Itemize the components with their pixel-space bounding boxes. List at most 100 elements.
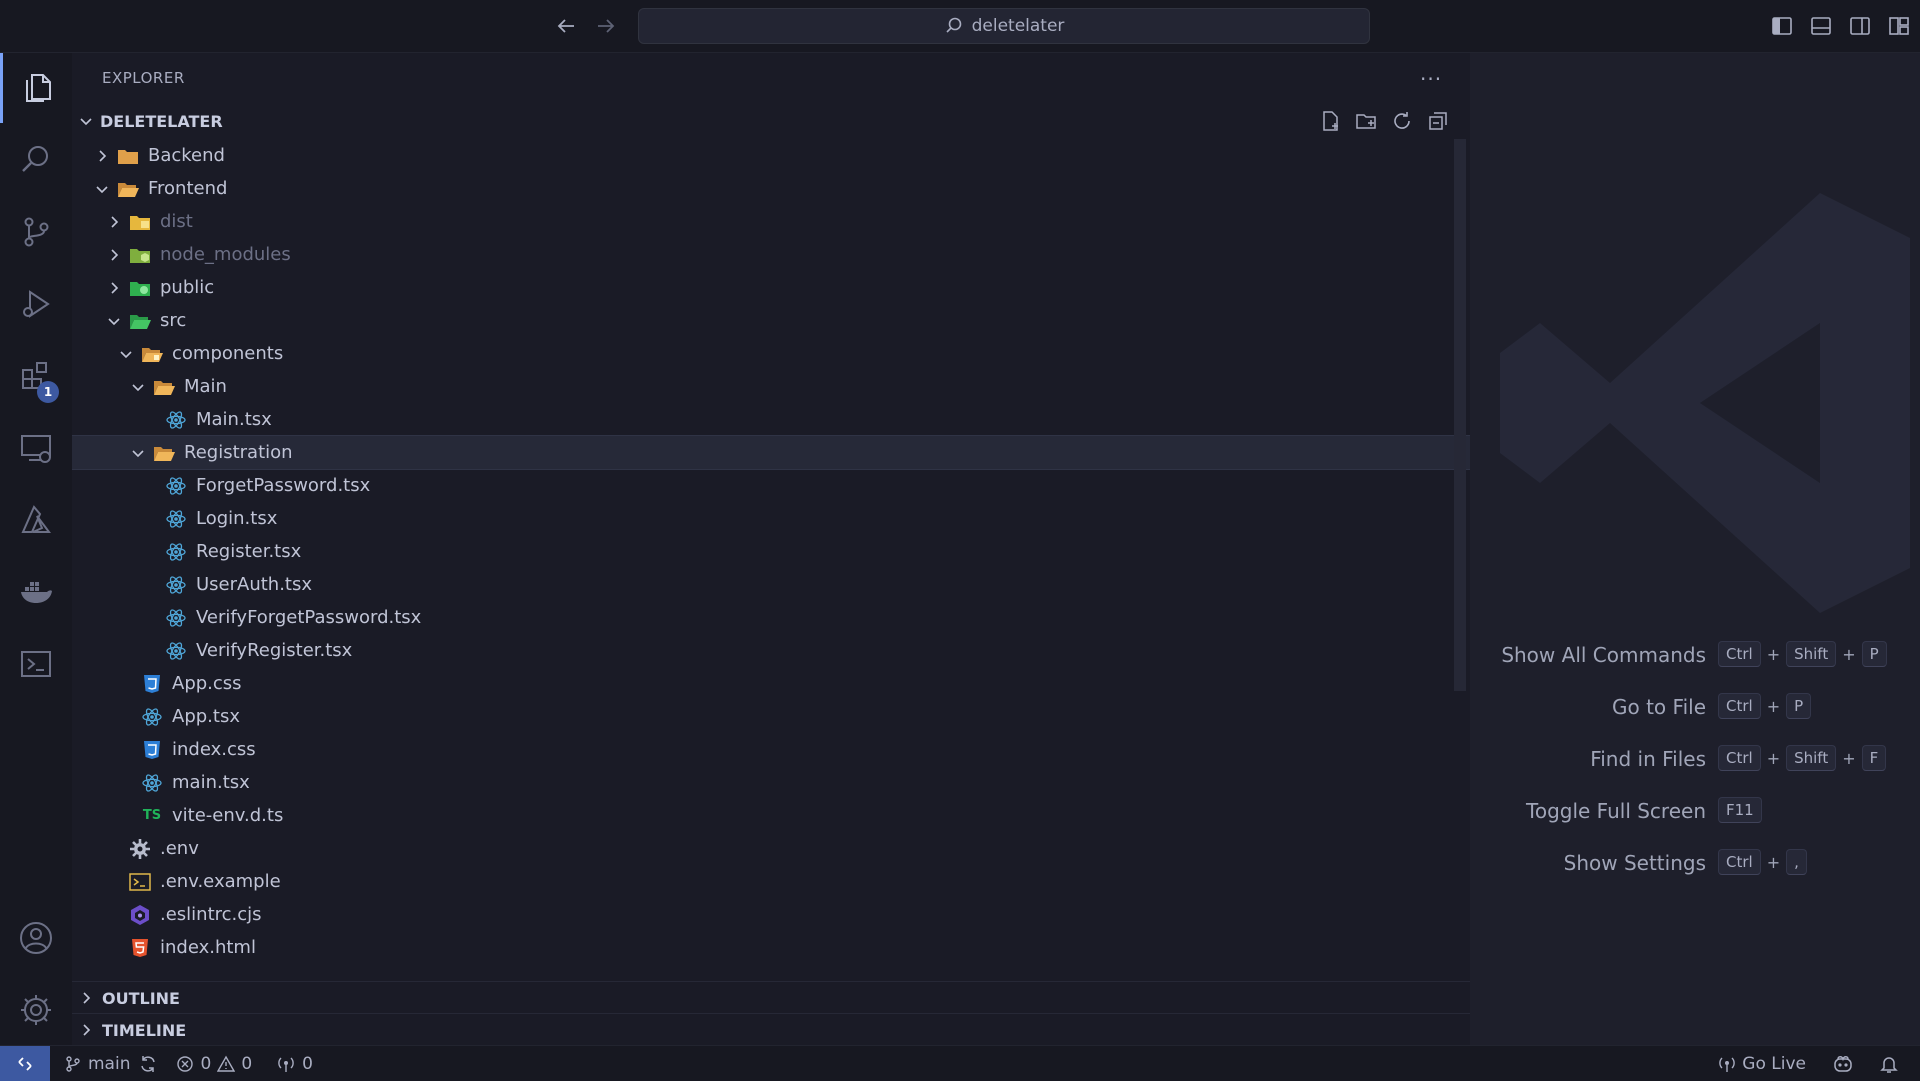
tree-file[interactable]: TS vite-env.d.ts xyxy=(72,799,1470,832)
folder-components-icon xyxy=(140,343,164,365)
tree-item-label: index.html xyxy=(160,937,256,958)
shortcut-keys: Ctrl +, xyxy=(1718,849,1807,875)
tree-item-label: vite-env.d.ts xyxy=(172,805,284,826)
terminal-icon[interactable] xyxy=(0,629,72,699)
css-icon xyxy=(140,739,164,761)
search-icon[interactable] xyxy=(0,125,72,195)
forward-arrow-icon[interactable] xyxy=(594,14,618,38)
tree-item-label: .env xyxy=(160,838,199,859)
copilot-icon[interactable] xyxy=(1832,1054,1854,1074)
tree-file[interactable]: .eslintrc.cjs xyxy=(72,898,1470,931)
command-center-search[interactable]: deletelater xyxy=(638,8,1370,44)
tree-item-label: src xyxy=(160,310,187,331)
tree-item-label: node_modules xyxy=(160,244,291,265)
keyboard-key: P xyxy=(1786,693,1812,719)
chevron-right-icon xyxy=(92,146,112,166)
extensions-icon[interactable]: 1 xyxy=(0,341,72,411)
tree-file[interactable]: VerifyForgetPassword.tsx xyxy=(72,601,1470,634)
azure-icon[interactable] xyxy=(0,485,72,555)
chevron-right-icon xyxy=(104,212,124,232)
tree-folder[interactable]: public xyxy=(72,271,1470,304)
shortcut-label: Show Settings xyxy=(1563,851,1706,875)
back-arrow-icon[interactable] xyxy=(554,14,578,38)
ports-indicator[interactable]: 0 xyxy=(276,1054,313,1074)
key-separator: + xyxy=(1766,748,1781,768)
tree-folder[interactable]: src xyxy=(72,304,1470,337)
tree-folder[interactable]: Backend xyxy=(72,139,1470,172)
tree-file[interactable]: index.html xyxy=(72,931,1470,961)
tree-folder[interactable]: Frontend xyxy=(72,172,1470,205)
folder-open-icon xyxy=(152,442,176,464)
notifications-bell-icon[interactable] xyxy=(1880,1054,1898,1074)
customize-layout-icon[interactable] xyxy=(1887,14,1911,38)
toggle-primary-sidebar-icon[interactable] xyxy=(1770,14,1794,38)
terminal-file-icon xyxy=(128,871,152,893)
sync-icon xyxy=(138,1054,158,1074)
tree-file[interactable]: ForgetPassword.tsx xyxy=(72,469,1470,502)
collapse-all-icon[interactable] xyxy=(1426,109,1450,133)
accounts-icon[interactable] xyxy=(0,903,72,973)
scrollbar-thumb[interactable] xyxy=(1454,139,1466,691)
keyboard-key: F xyxy=(1861,745,1887,771)
key-separator: + xyxy=(1842,644,1856,664)
timeline-section[interactable]: TIMELINE xyxy=(72,1013,1470,1046)
eslint-icon xyxy=(128,904,152,926)
remote-explorer-icon[interactable] xyxy=(0,413,72,483)
tree-folder[interactable]: components xyxy=(72,337,1470,370)
chevron-down-icon xyxy=(76,111,96,131)
new-file-icon[interactable] xyxy=(1318,109,1342,133)
tree-file[interactable]: .env.example xyxy=(72,865,1470,898)
shortcut-label: Show All Commands xyxy=(1501,643,1706,667)
shortcut-keys: Ctrl + Shift + P xyxy=(1718,641,1887,667)
shortcut-label: Toggle Full Screen xyxy=(1526,799,1706,823)
react-icon xyxy=(164,475,188,497)
run-debug-icon[interactable] xyxy=(0,269,72,339)
tree-item-label: components xyxy=(172,343,284,364)
tree-item-label: VerifyRegister.tsx xyxy=(196,640,353,661)
settings-gear-icon[interactable] xyxy=(0,975,72,1045)
tree-file[interactable]: index.css xyxy=(72,733,1470,766)
docker-icon[interactable] xyxy=(0,557,72,627)
outline-section[interactable]: OUTLINE xyxy=(72,981,1470,1014)
tree-folder[interactable]: Registration xyxy=(72,435,1470,470)
tree-file[interactable]: UserAuth.tsx xyxy=(72,568,1470,601)
tree-item-label: Frontend xyxy=(148,178,228,199)
chevron-right-icon xyxy=(76,988,96,1008)
folder-node-icon xyxy=(128,244,152,266)
toggle-secondary-sidebar-icon[interactable] xyxy=(1848,14,1872,38)
source-control-icon[interactable] xyxy=(0,197,72,267)
react-icon xyxy=(164,640,188,662)
toggle-panel-icon[interactable] xyxy=(1809,14,1833,38)
tree-item-label: .env.example xyxy=(160,871,281,892)
shortcut-label: Go to File xyxy=(1612,695,1706,719)
tree-item-label: dist xyxy=(160,211,193,232)
refresh-icon[interactable] xyxy=(1390,109,1414,133)
workspace-root[interactable]: DELETELATER xyxy=(72,106,1470,136)
tree-folder[interactable]: dist xyxy=(72,205,1470,238)
go-live-button[interactable]: Go Live xyxy=(1718,1054,1806,1074)
tree-folder[interactable]: Main xyxy=(72,370,1470,403)
sync-button[interactable] xyxy=(138,1054,158,1074)
chevron-right-icon xyxy=(104,278,124,298)
tree-file[interactable]: App.tsx xyxy=(72,700,1470,733)
tree-file[interactable]: Login.tsx xyxy=(72,502,1470,535)
key-separator: + xyxy=(1766,852,1781,872)
tree-file[interactable]: VerifyRegister.tsx xyxy=(72,634,1470,667)
more-actions-icon[interactable]: ··· xyxy=(1420,67,1442,91)
ports-count: 0 xyxy=(302,1053,313,1074)
tree-file[interactable]: App.css xyxy=(72,667,1470,700)
explorer-icon[interactable] xyxy=(0,53,72,123)
branch-indicator[interactable]: main xyxy=(64,1054,130,1074)
tree-file[interactable]: main.tsx xyxy=(72,766,1470,799)
keyboard-key: Ctrl xyxy=(1718,641,1761,667)
new-folder-icon[interactable] xyxy=(1354,109,1378,133)
remote-indicator-icon[interactable] xyxy=(0,1046,50,1081)
tree-file[interactable]: .env xyxy=(72,832,1470,865)
tree-file[interactable]: Main.tsx xyxy=(72,403,1470,436)
tree-folder[interactable]: node_modules xyxy=(72,238,1470,271)
problems-indicator[interactable]: 0 0 xyxy=(176,1054,252,1074)
tree-file[interactable]: Register.tsx xyxy=(72,535,1470,568)
